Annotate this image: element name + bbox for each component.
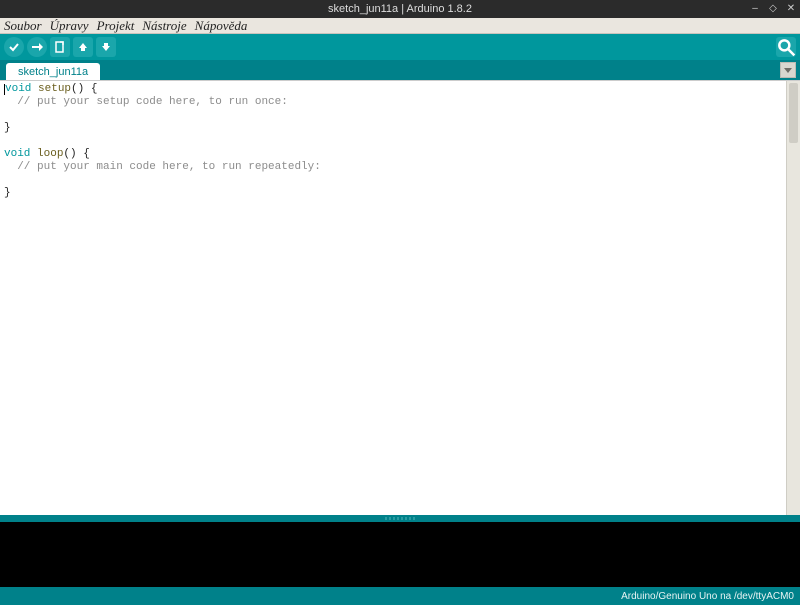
status-bar: Arduino/Genuino Uno na /dev/ttyACM0 (0, 587, 800, 605)
code-editor[interactable]: void setup() { // put your setup code he… (0, 81, 786, 515)
open-sketch-button[interactable] (73, 37, 93, 57)
menu-tools[interactable]: Nástroje (140, 18, 188, 34)
menu-file[interactable]: Soubor (2, 18, 44, 34)
editor-area: void setup() { // put your setup code he… (0, 80, 800, 515)
board-port-label: Arduino/Genuino Uno na /dev/ttyACM0 (621, 591, 794, 602)
tab-menu-button[interactable] (780, 62, 796, 78)
close-button[interactable]: ✕ (786, 4, 796, 14)
menu-sketch[interactable]: Projekt (95, 18, 137, 34)
output-console[interactable] (0, 522, 800, 587)
serial-monitor-button[interactable] (776, 37, 796, 57)
window-buttons: – ◇ ✕ (750, 0, 796, 18)
menubar: Soubor Úpravy Projekt Nástroje Nápověda (0, 18, 800, 34)
editor-scrollbar[interactable] (786, 81, 800, 515)
scrollbar-thumb[interactable] (789, 83, 798, 143)
tab-strip: sketch_jun11a (0, 60, 800, 80)
new-sketch-button[interactable] (50, 37, 70, 57)
console-splitter[interactable] (0, 515, 800, 522)
maximize-button[interactable]: ◇ (768, 4, 778, 14)
window-title: sketch_jun11a | Arduino 1.8.2 (0, 3, 800, 15)
upload-button[interactable] (27, 37, 47, 57)
arduino-ide-window: sketch_jun11a | Arduino 1.8.2 – ◇ ✕ Soub… (0, 0, 800, 605)
menu-edit[interactable]: Úpravy (48, 18, 91, 34)
menu-help[interactable]: Nápověda (193, 18, 250, 34)
titlebar: sketch_jun11a | Arduino 1.8.2 – ◇ ✕ (0, 0, 800, 18)
toolbar (0, 34, 800, 60)
minimize-button[interactable]: – (750, 4, 760, 14)
verify-button[interactable] (4, 37, 24, 57)
save-sketch-button[interactable] (96, 37, 116, 57)
sketch-tab[interactable]: sketch_jun11a (6, 63, 100, 80)
